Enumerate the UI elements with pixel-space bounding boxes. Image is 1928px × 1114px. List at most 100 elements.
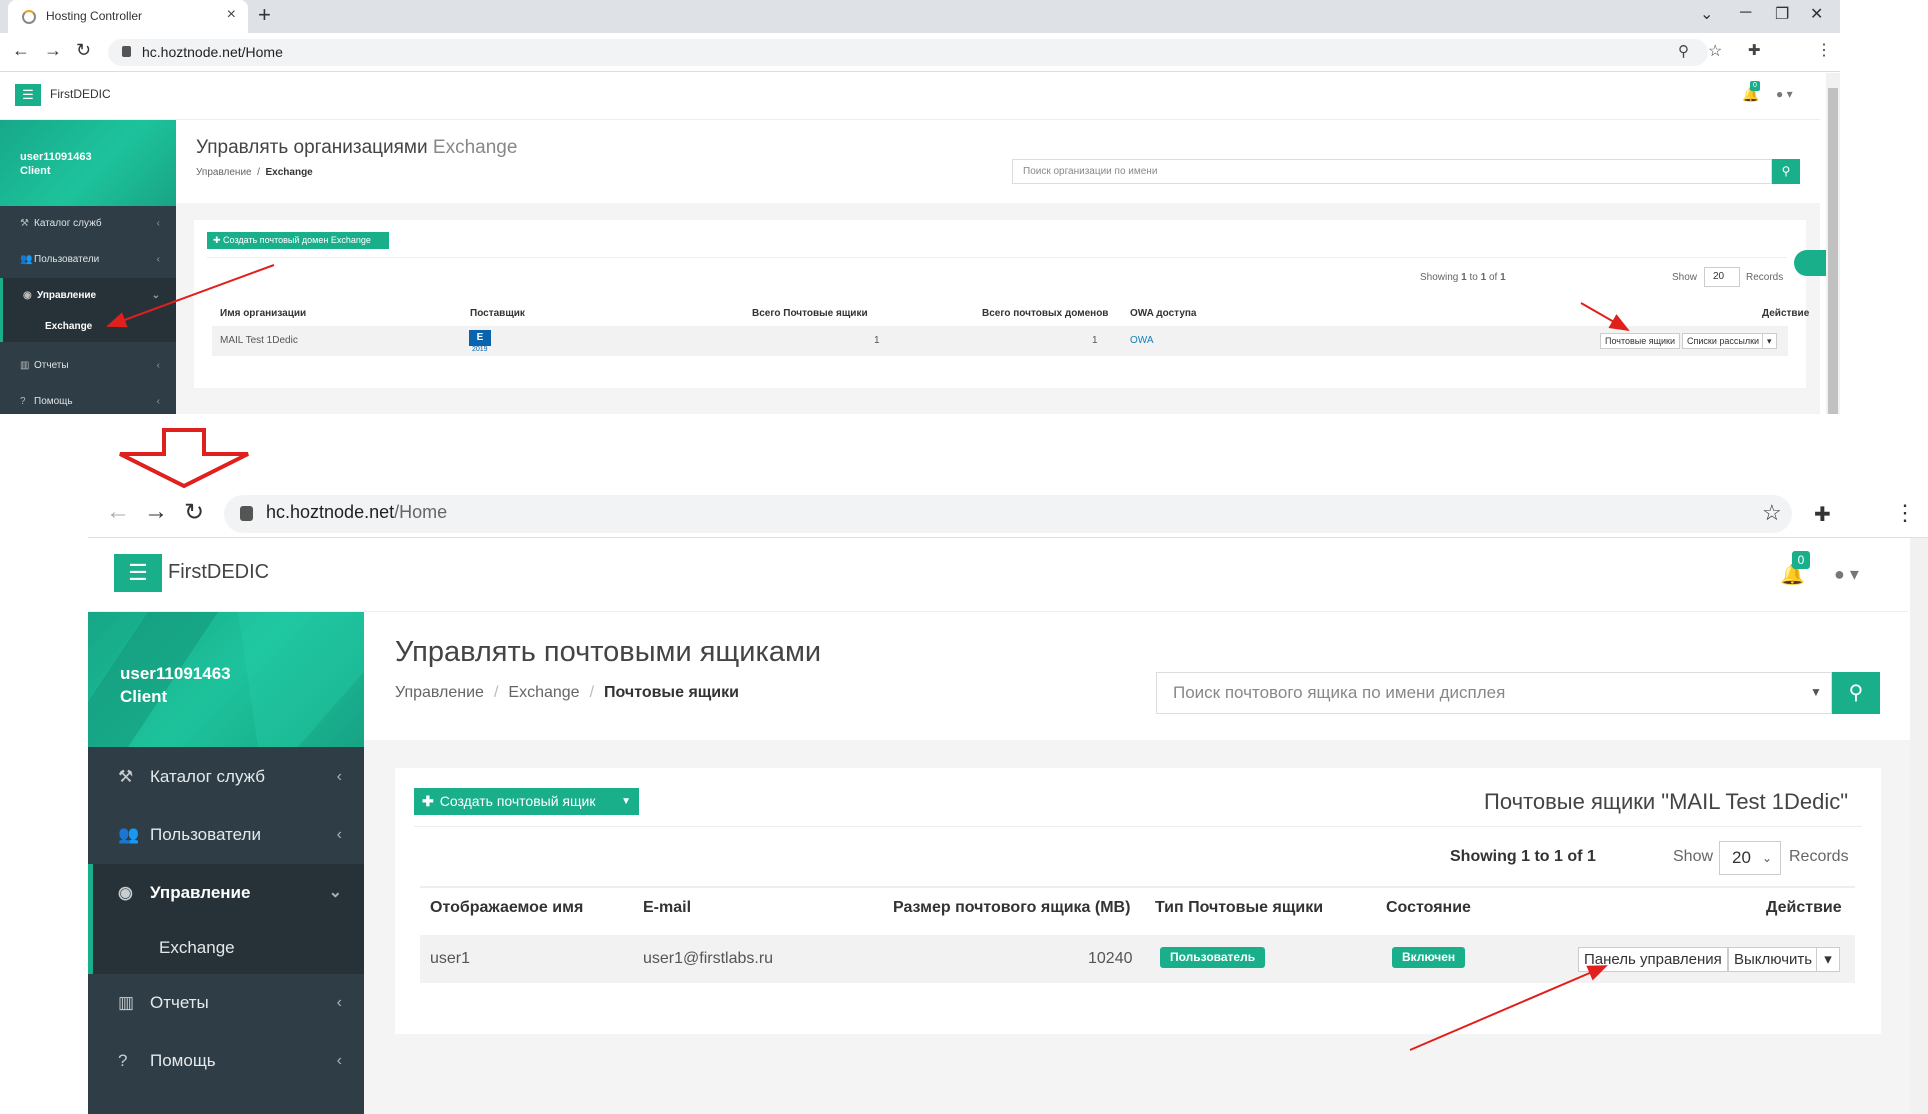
user-icon[interactable]: ● ▾ — [1834, 564, 1859, 585]
sidebar-item-label: Пользователи — [150, 825, 261, 844]
mailbox-count: 1 — [874, 335, 880, 346]
sidebar-item-label: Каталог служб — [34, 218, 102, 229]
sidebar-item-users[interactable]: 👥 Пользователи ‹ — [0, 242, 176, 278]
sidebar-item-reports[interactable]: ▥ Отчеты ‹ — [0, 348, 176, 384]
column-header[interactable]: Тип Почтовые ящики — [1155, 888, 1323, 928]
create-domain-button[interactable]: ✚ Создать почтовый домен Exchange — [207, 232, 389, 249]
caret-down-icon[interactable]: ▾ — [1762, 333, 1777, 349]
column-header[interactable]: Размер почтового ящика (MB) — [893, 888, 1130, 928]
column-header[interactable]: Отображаемое имя — [430, 888, 583, 928]
sidebar-item-label: Управление — [37, 290, 97, 301]
column-header[interactable]: Всего почтовых доменов — [982, 304, 1108, 324]
page-size-select[interactable]: 20 — [1704, 267, 1740, 287]
url-text: hc.hoztnode.net/Home — [266, 502, 448, 522]
owa-link[interactable]: OWA — [1130, 326, 1154, 356]
column-header[interactable]: Имя организации — [220, 304, 306, 324]
question-icon: ? — [20, 396, 26, 407]
star-icon[interactable]: ☆ — [1708, 41, 1722, 61]
address-bar[interactable] — [224, 495, 1792, 533]
chevron-icon: ‹ — [336, 768, 342, 785]
favicon-icon — [22, 10, 36, 24]
user-icon[interactable]: ● ▾ — [1776, 87, 1793, 101]
column-header[interactable]: Состояние — [1386, 888, 1471, 928]
sidebar-item-management[interactable]: ◉ Управление ⌄ — [0, 278, 176, 314]
chart-icon: ▥ — [118, 993, 135, 1012]
sidebar-subitem-exchange[interactable]: Exchange — [88, 922, 364, 974]
page-size-select[interactable]: 20 ⌄ — [1719, 841, 1781, 875]
sidebar-item-help[interactable]: ? Помощь ‹ — [0, 384, 176, 414]
caret-down-icon[interactable]: ▼ — [1810, 685, 1822, 699]
sidebar-item-catalog[interactable]: ⚒ Каталог служб ‹ — [88, 748, 364, 806]
reload-icon[interactable]: ↻ — [76, 40, 91, 61]
url-text: hc.hoztnode.net/Home — [142, 44, 283, 60]
search-icon[interactable]: ⚲ — [1772, 159, 1800, 184]
extensions-icon[interactable]: ✚ — [1748, 41, 1761, 59]
distribution-lists-button[interactable]: Списки рассылки — [1682, 333, 1765, 349]
scrollbar[interactable] — [1910, 538, 1928, 1114]
control-panel-button[interactable]: Панель управления — [1578, 947, 1728, 972]
back-icon[interactable]: ← — [12, 40, 30, 61]
minimize-icon[interactable]: ─ — [1740, 4, 1751, 22]
users-icon: 👥 — [20, 254, 33, 265]
extensions-icon[interactable]: ✚ — [1814, 502, 1831, 527]
sidebar-item-management[interactable]: ◉ Управление ⌄ — [88, 864, 364, 922]
sidebar-item-label: Помощь — [150, 1051, 216, 1070]
column-header: Действие — [1766, 899, 1842, 916]
breadcrumb-item[interactable]: Exchange — [508, 684, 579, 701]
column-header[interactable]: E-mail — [643, 888, 691, 928]
forward-icon[interactable]: → — [44, 40, 62, 61]
star-icon[interactable]: ☆ — [1762, 500, 1782, 526]
forward-icon[interactable]: → — [144, 498, 168, 526]
sidebar-subitem-exchange[interactable]: Exchange — [0, 312, 176, 342]
browser-tab[interactable]: Hosting Controller × — [8, 0, 248, 33]
menu-dots-icon[interactable]: ⋮ — [1816, 40, 1832, 60]
brand-name[interactable]: FirstDEDIC — [168, 561, 269, 584]
divider — [414, 826, 1862, 827]
search-icon[interactable]: ⚲ — [1832, 672, 1880, 714]
create-mailbox-button[interactable]: ✚ Создать почтовый ящик ▼ — [414, 788, 639, 815]
scrollbar-thumb[interactable] — [1828, 88, 1838, 414]
mailboxes-button[interactable]: Почтовые ящики — [1600, 333, 1681, 349]
sidebar-item-reports[interactable]: ▥ Отчеты ‹ — [88, 974, 364, 1032]
gavel-icon: ⚒ — [20, 218, 29, 229]
notification-badge: 0 — [1750, 81, 1760, 91]
disable-button[interactable]: Выключить — [1728, 947, 1819, 972]
tab-title: Hosting Controller — [46, 9, 143, 23]
tab-search-icon[interactable]: ⌄ — [1700, 4, 1713, 24]
column-header[interactable]: Всего Почтовые ящики — [752, 304, 868, 324]
column-header[interactable]: Поставщик — [470, 304, 525, 324]
brand-name[interactable]: FirstDEDIC — [50, 87, 111, 101]
hamburger-icon[interactable]: ☰ — [114, 554, 162, 592]
caret-down-icon[interactable]: ▾ — [1816, 947, 1840, 972]
question-icon: ? — [118, 1051, 128, 1070]
address-bar[interactable] — [108, 39, 1708, 66]
close-window-icon[interactable]: ✕ — [1810, 4, 1823, 24]
chevron-down-icon: ⌄ — [1761, 851, 1772, 865]
lock-icon[interactable] — [122, 46, 131, 57]
reload-icon[interactable]: ↻ — [184, 498, 204, 527]
maximize-icon[interactable]: ❐ — [1775, 4, 1789, 24]
sidebar-item-help[interactable]: ? Помощь ‹ — [88, 1032, 364, 1090]
zoom-icon[interactable]: ⚲ — [1678, 42, 1689, 60]
new-tab-icon[interactable]: + — [258, 2, 271, 28]
menu-dots-icon[interactable]: ⋮ — [1894, 500, 1916, 526]
column-header[interactable]: OWA доступа — [1130, 304, 1197, 324]
org-name: MAIL Test 1Dedic — [220, 335, 298, 346]
sidebar-item-catalog[interactable]: ⚒ Каталог служб ‹ — [0, 206, 176, 242]
breadcrumb-item[interactable]: Управление — [196, 167, 252, 178]
breadcrumb-item[interactable]: Управление — [395, 684, 484, 701]
floating-help-button[interactable] — [1794, 250, 1826, 276]
lock-icon[interactable] — [240, 506, 253, 521]
hamburger-icon[interactable]: ☰ — [15, 84, 41, 106]
chevron-icon: ‹ — [156, 218, 160, 229]
down-arrow-annotation — [119, 428, 249, 489]
search-input[interactable]: Поиск организации по имени — [1012, 159, 1772, 184]
user-role: Client — [20, 165, 51, 177]
screenshot-organizations: Hosting Controller × + ⌄ ─ ❐ ✕ ← → ↻ hc.… — [0, 0, 1840, 414]
tab-close-icon[interactable]: × — [227, 6, 236, 24]
page-title: Управлять почтовыми ящиками — [395, 636, 822, 668]
sidebar-item-users[interactable]: 👥 Пользователи ‹ — [88, 806, 364, 864]
back-icon[interactable]: ← — [106, 498, 130, 526]
panel-title: Почтовые ящики "MAIL Test 1Dedic" — [1484, 789, 1849, 814]
search-input[interactable]: Поиск почтового ящика по имени дисплея — [1156, 672, 1832, 714]
